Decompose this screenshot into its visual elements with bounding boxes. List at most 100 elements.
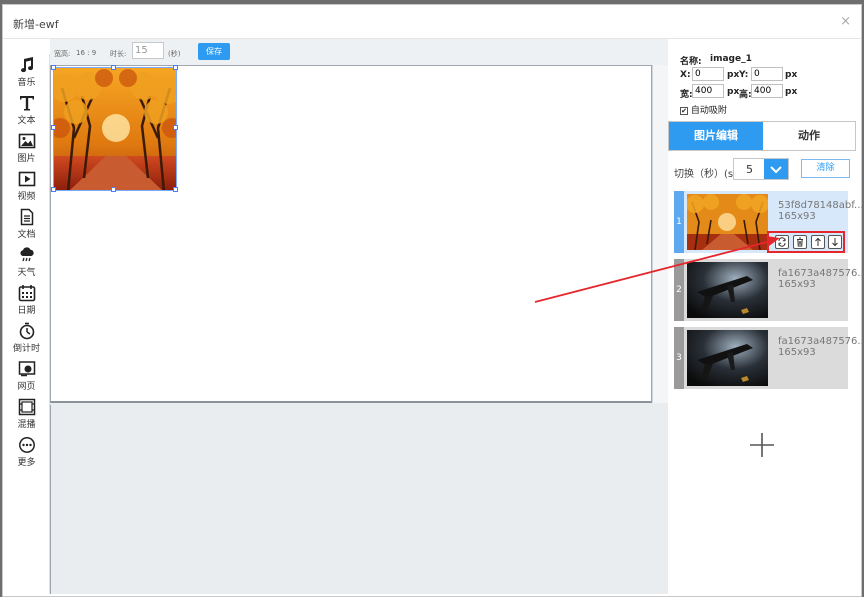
item-thumbnail (687, 262, 768, 318)
tool-label: 日期 (17, 306, 36, 316)
resize-handle[interactable] (51, 65, 56, 70)
width-label: 宽: (680, 90, 693, 100)
autumn-park-photo (54, 68, 176, 190)
resize-handle[interactable] (51, 125, 56, 130)
resize-handle[interactable] (173, 65, 178, 70)
item-index: 2 (674, 259, 684, 321)
height-input[interactable] (751, 84, 783, 98)
item-index: 3 (674, 327, 684, 389)
tool-label: 更多 (17, 458, 36, 468)
auto-snap-option[interactable]: ✔ 自动吸附 (680, 103, 727, 116)
item-size: 165x93 (778, 211, 816, 222)
save-button[interactable]: 保存 (198, 43, 230, 60)
music-icon (20, 57, 33, 73)
trash-icon[interactable] (793, 235, 807, 249)
tool-label: 文本 (17, 116, 36, 126)
tool-label: 视频 (17, 192, 36, 202)
resize-handle[interactable] (51, 187, 56, 192)
switch-interval-label: 切换（秒）(s) (674, 169, 738, 180)
image-list-item[interactable]: 1 53f8d78148abf... 165x93 (674, 191, 864, 253)
clear-button[interactable]: 清除 (801, 159, 850, 178)
plus-icon (750, 433, 774, 457)
weather-icon (19, 247, 34, 262)
resize-handle[interactable] (111, 187, 116, 192)
tool-label: 文档 (17, 230, 36, 240)
ratio-label: 宽高: (54, 50, 71, 58)
item-actions-highlight (767, 231, 845, 253)
panel-tabs: 图片编辑 动作 (668, 121, 856, 151)
dialog-titlebar: 新增-ewf × (3, 5, 861, 39)
tool-label: 音乐 (17, 78, 36, 88)
add-image-button[interactable] (748, 431, 776, 459)
tool-date[interactable]: 日期 (3, 282, 50, 318)
dialog-title: 新增-ewf (13, 18, 59, 31)
x-unit: px (727, 70, 740, 80)
tool-webpage[interactable]: 网页 (3, 358, 50, 394)
checkbox-checked-icon[interactable]: ✔ (680, 106, 688, 115)
x-label: X: (680, 70, 691, 80)
tab-action[interactable]: 动作 (763, 122, 855, 150)
webpage-icon (18, 361, 35, 377)
y-label: Y: (739, 70, 749, 80)
image-icon (18, 133, 35, 149)
width-unit: px (727, 87, 740, 97)
resize-handle[interactable] (173, 187, 178, 192)
canvas-background-area (50, 405, 668, 594)
image-list-item[interactable]: 2 fa1673a487576... 165x93 (674, 259, 864, 321)
switch-interval-value: 5 (746, 163, 753, 176)
x-input[interactable] (692, 67, 724, 81)
tool-music[interactable]: 音乐 (3, 54, 50, 90)
y-unit: px (785, 70, 798, 80)
stage-right-margin (652, 65, 668, 403)
arrow-down-icon[interactable] (828, 235, 842, 249)
chevron-down-icon[interactable] (764, 159, 788, 179)
replace-icon[interactable] (775, 235, 789, 249)
tool-document[interactable]: 文档 (3, 206, 50, 242)
duration-label: 时长: (110, 50, 127, 58)
ratio-value: 16 : 9 (76, 49, 97, 57)
canvas-settings-bar: 宽高: 16 : 9 时长: (秒) 保存 (50, 39, 668, 67)
resize-handle[interactable] (173, 125, 178, 130)
name-label: 名称: (680, 57, 702, 67)
switch-interval-select[interactable]: 5 (733, 158, 789, 180)
tool-more[interactable]: 更多 (3, 434, 50, 470)
y-input[interactable] (751, 67, 783, 81)
item-thumbnail (687, 330, 768, 386)
countdown-icon (19, 322, 34, 340)
item-filename: fa1673a487576... (778, 268, 864, 279)
close-icon[interactable]: × (840, 14, 851, 29)
tool-countdown[interactable]: 倒计时 (3, 320, 50, 356)
tool-weather[interactable]: 天气 (3, 244, 50, 280)
tool-label: 图片 (17, 154, 36, 164)
tool-mix-play[interactable]: 混播 (3, 396, 50, 432)
height-label: 高: (739, 90, 752, 100)
height-unit: px (785, 87, 798, 97)
resize-handle[interactable] (111, 65, 116, 70)
item-thumbnail (687, 194, 768, 250)
more-icon (18, 437, 35, 453)
tool-label: 倒计时 (12, 344, 40, 354)
item-filename: fa1673a487576... (778, 336, 864, 347)
width-input[interactable] (692, 84, 724, 98)
arrow-up-icon[interactable] (811, 235, 825, 249)
canvas-image-element[interactable] (53, 67, 177, 191)
tool-label: 天气 (17, 268, 36, 278)
canvas-stage[interactable] (50, 65, 652, 403)
item-filename: 53f8d78148abf... (778, 200, 864, 211)
item-size: 165x93 (778, 347, 816, 358)
editor-workspace: 宽高: 16 : 9 时长: (秒) 保存 (50, 39, 668, 594)
image-list-item[interactable]: 3 fa1673a487576... 165x93 (674, 327, 864, 389)
widget-toolbar: 音乐 文本 图片 视频 文档 天气 日期 倒计时 网页 混播 更多 (3, 54, 50, 594)
item-size: 165x93 (778, 279, 816, 290)
properties-panel: 名称: image_1 X: px Y: px 宽: px 高: px ✔ 自动… (668, 39, 864, 594)
mix-play-icon (18, 398, 35, 416)
tool-video[interactable]: 视频 (3, 168, 50, 204)
tool-text[interactable]: 文本 (3, 92, 50, 128)
tab-image-edit[interactable]: 图片编辑 (669, 122, 763, 150)
auto-snap-label: 自动吸附 (690, 106, 727, 116)
text-icon (19, 96, 34, 111)
tool-image[interactable]: 图片 (3, 130, 50, 166)
name-value: image_1 (710, 54, 752, 64)
item-index: 1 (674, 191, 684, 253)
duration-input[interactable] (132, 42, 164, 59)
